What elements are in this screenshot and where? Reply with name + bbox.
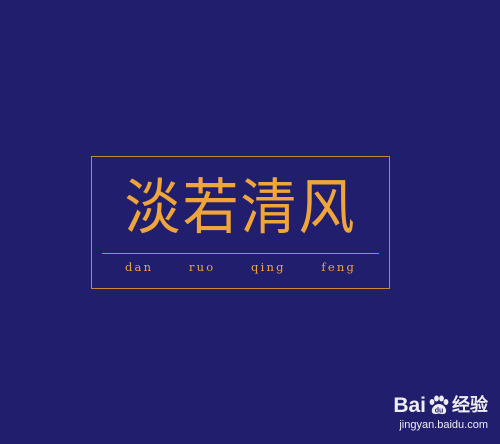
logo-title: 淡若清风 — [124, 173, 357, 244]
baidu-paw-icon: du — [427, 395, 449, 417]
poster-canvas: 淡若清风 dan ruo qing feng Bai du 经验 jingyan… — [0, 0, 500, 444]
logo-frame: 淡若清风 dan ruo qing feng — [91, 156, 390, 289]
baidu-jingyan-watermark: Bai du 经验 jingyan.baidu.com — [348, 394, 488, 432]
logo-pinyin: dan ruo qing feng — [124, 260, 357, 274]
watermark-brand-prefix: Bai — [393, 394, 426, 417]
svg-text:du: du — [435, 408, 444, 415]
logo-divider — [102, 253, 379, 254]
watermark-brand: Bai du 经验 — [348, 394, 488, 418]
watermark-brand-suffix: 经验 — [452, 395, 488, 416]
watermark-url: jingyan.baidu.com — [399, 419, 488, 431]
